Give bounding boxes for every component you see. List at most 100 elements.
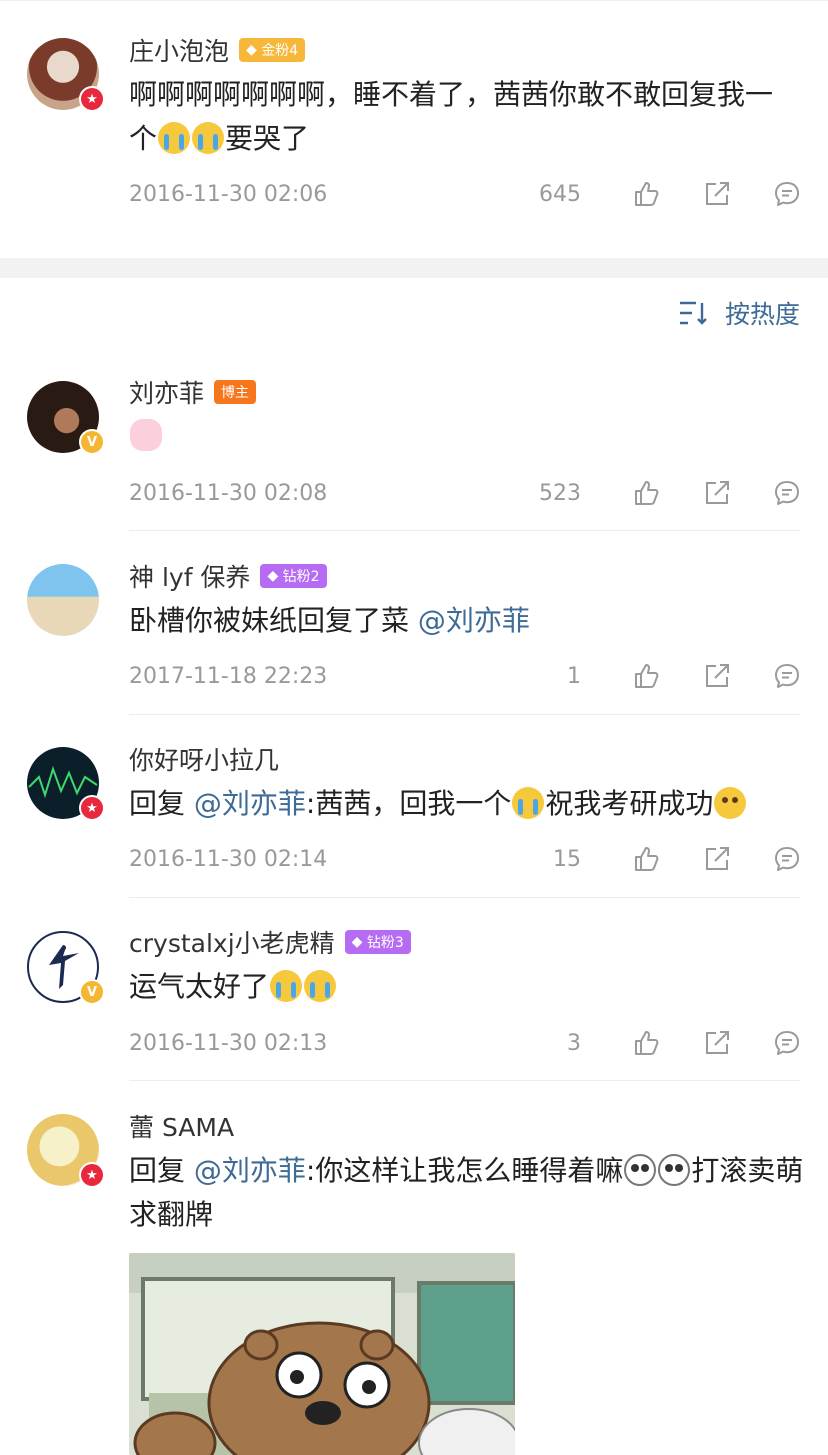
like-button[interactable]	[633, 662, 661, 690]
fan-level-badge: ◆ 金粉4	[239, 38, 306, 62]
crying-emoji-icon	[304, 970, 337, 1002]
avatar-image	[27, 564, 99, 636]
verified-badge-icon: V	[79, 979, 105, 1005]
like-icon	[633, 1029, 661, 1057]
comment-image[interactable]	[129, 1253, 515, 1455]
crying-emoji-icon	[158, 122, 191, 154]
sort-icon	[679, 301, 707, 325]
username[interactable]: 蕾 SAMA	[129, 1108, 234, 1144]
share-button[interactable]	[703, 662, 731, 690]
share-button[interactable]	[703, 479, 731, 507]
timestamp: 2016-11-30 02:08	[129, 480, 328, 506]
avatar[interactable]: V	[27, 931, 105, 1005]
reply-button[interactable]	[773, 479, 801, 507]
fan-level-badge: ◆ 钻粉2	[260, 564, 327, 588]
mention-link[interactable]: @刘亦菲	[194, 1154, 306, 1187]
like-button[interactable]	[633, 845, 661, 873]
comment-text-part: 回复	[129, 787, 194, 820]
bear-cartoon-image	[129, 1253, 515, 1455]
mention-link[interactable]: @刘亦菲	[194, 787, 306, 820]
mention-link[interactable]: @刘亦菲	[418, 604, 530, 637]
like-icon	[633, 845, 661, 873]
fan-level-label: 钻粉2	[282, 569, 320, 585]
username[interactable]: 庄小泡泡	[129, 32, 229, 68]
like-icon	[633, 479, 661, 507]
top-comment: ★ 庄小泡泡 ◆ 金粉4 啊啊啊啊啊啊啊，睡不着了，茜茜你敢不敢回复我一个 要哭了…	[0, 0, 828, 258]
avatar[interactable]: V	[27, 381, 105, 455]
reply-button[interactable]	[773, 845, 801, 873]
timestamp: 2016-11-30 02:06	[129, 181, 328, 207]
like-count: 1	[567, 663, 581, 689]
share-icon	[703, 845, 731, 873]
like-count: 645	[539, 181, 581, 207]
comment-text-part: 卧槽你被妹纸回复了菜	[129, 604, 418, 637]
username-row: crystalxj小老虎精 ◆ 钻粉3	[129, 925, 411, 959]
reply-button[interactable]	[773, 662, 801, 690]
username-row: 庄小泡泡 ◆ 金粉4	[129, 32, 306, 68]
reply-icon	[773, 1029, 801, 1057]
pleading-emoji-icon	[714, 787, 747, 819]
sort-toggle[interactable]: 按热度	[679, 296, 800, 330]
comment-meta: 2017-11-18 22:23 1	[129, 659, 801, 693]
comment-meta: 2016-11-30 02:14 15	[129, 842, 801, 876]
vip-badge-icon: ★	[79, 795, 105, 821]
like-count: 523	[539, 480, 581, 506]
username[interactable]: crystalxj小老虎精	[129, 924, 335, 960]
timestamp: 2016-11-30 02:14	[129, 846, 328, 872]
like-button[interactable]	[633, 180, 661, 208]
share-icon	[703, 662, 731, 690]
vip-badge-icon: ★	[79, 86, 105, 112]
avatar[interactable]: ★	[27, 38, 105, 112]
share-button[interactable]	[703, 845, 731, 873]
divider	[129, 1080, 800, 1081]
reply-icon	[773, 180, 801, 208]
comment-text-part: :你这样让我怎么睡得着嘛	[305, 1154, 624, 1187]
shocked-emoji-icon	[658, 1154, 691, 1186]
comment-meta: 2016-11-30 02:13 3	[129, 1026, 801, 1060]
comment-text-part: 要哭了	[225, 122, 310, 155]
fan-level-label: 钻粉3	[366, 935, 404, 951]
rabbit-emoji-icon	[130, 419, 162, 451]
username[interactable]: 你好呀小拉几	[129, 741, 279, 777]
section-separator	[0, 258, 828, 278]
comment-text-part: 回复	[129, 1154, 194, 1187]
crying-emoji-icon	[270, 970, 303, 1002]
username-row: 你好呀小拉几	[129, 742, 279, 776]
comment-text: 回复 @刘亦菲:茜茜，回我一个 祝我考研成功	[129, 782, 809, 826]
like-button[interactable]	[633, 1029, 661, 1057]
username-row: 刘亦菲 博主	[129, 374, 257, 410]
divider	[129, 897, 800, 898]
share-icon	[703, 1029, 731, 1057]
crying-emoji-icon	[512, 787, 545, 819]
fan-level-label: 金粉4	[261, 43, 299, 59]
reply-button[interactable]	[773, 180, 801, 208]
username[interactable]: 刘亦菲	[129, 374, 204, 410]
username-row: 蕾 SAMA	[129, 1109, 234, 1143]
username[interactable]: 神 lyf 保养	[129, 558, 250, 594]
divider	[129, 530, 800, 531]
like-count: 3	[567, 1030, 581, 1056]
comment-text-part: :茜茜，回我一个	[305, 787, 512, 820]
share-button[interactable]	[703, 1029, 731, 1057]
comment-text: 啊啊啊啊啊啊啊，睡不着了，茜茜你敢不敢回复我一个 要哭了	[129, 73, 789, 161]
comment-text: 运气太好了	[129, 965, 809, 1009]
like-count: 15	[553, 846, 581, 872]
comment-text	[129, 414, 809, 458]
share-icon	[703, 479, 731, 507]
avatar[interactable]	[27, 564, 99, 636]
comment-text: 卧槽你被妹纸回复了菜 @刘亦菲	[129, 599, 809, 643]
share-button[interactable]	[703, 180, 731, 208]
comment-meta: 2016-11-30 02:08 523	[129, 476, 801, 510]
avatar[interactable]: ★	[27, 747, 105, 821]
comment-meta: 2016-11-30 02:06 645	[129, 177, 801, 211]
reply-icon	[773, 479, 801, 507]
vip-badge-icon: ★	[79, 1162, 105, 1188]
like-button[interactable]	[633, 479, 661, 507]
like-icon	[633, 180, 661, 208]
share-icon	[703, 180, 731, 208]
comment-text-part: 运气太好了	[129, 970, 270, 1003]
avatar[interactable]: ★	[27, 1114, 105, 1188]
verified-badge-icon: V	[79, 429, 105, 455]
reply-icon	[773, 845, 801, 873]
reply-button[interactable]	[773, 1029, 801, 1057]
